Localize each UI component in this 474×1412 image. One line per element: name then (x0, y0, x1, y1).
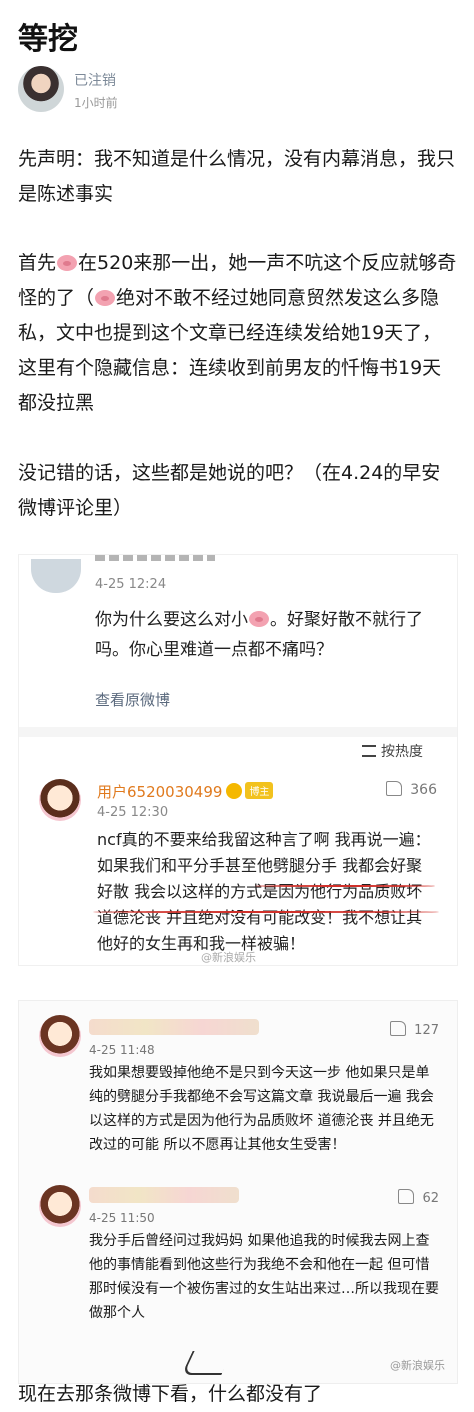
like-count: 62 (398, 1189, 439, 1206)
like-count-value: 62 (422, 1191, 439, 1206)
author-row[interactable]: 已注销 1小时前 (18, 66, 458, 112)
embedded-screenshot-weibo-thread: 4-25 12:24 你为什么要这么对小 。好聚好散不就行了吗。你心里难道一点都不… (18, 554, 458, 966)
commenter-username: 用户6520030499 (97, 783, 223, 801)
cropped-username (95, 555, 215, 561)
commenter-avatar (39, 1185, 81, 1227)
sort-label: 按热度 (381, 744, 423, 760)
author-name[interactable]: 已注销 (74, 70, 116, 90)
paragraph-conclusion: 现在去那条微博下看，什么都没有了 (18, 1383, 323, 1405)
comment-body: 我如果想要毁掉他绝不是只到今天这一步 他如果只是单纯的劈腿分手我都绝不会写这篇文… (89, 1065, 434, 1153)
paragraph-disclaimer: 先声明：我不知道是什么情况，没有内幕消息，我只是陈述事实 (18, 148, 456, 205)
pig-emoji-icon (57, 255, 78, 271)
paragraph-analysis: 首先 在520来那一出，她一声不吭这个反应就够奇怪的了（ 绝对不敢不经过她同意贸然发… (18, 246, 458, 421)
red-underline (255, 885, 435, 887)
comment-body: 我分手后曾经问过我妈妈 如果他追我的时候我去网上查他的事情能看到他这些行为我绝不… (89, 1233, 439, 1321)
sort-icon (362, 745, 376, 757)
commenter-avatar (39, 779, 81, 821)
red-underline (93, 911, 439, 913)
view-original-link: 查看原微博 (95, 691, 171, 709)
comment-date: 4-25 11:50 (89, 1211, 155, 1225)
like-count-value: 127 (414, 1023, 439, 1038)
thumbs-up-icon (386, 781, 403, 796)
comment-body: ncf真的不要来给我留这种言了啊 我再说一遍：如果我们和平分手甚至他劈腿分手 我… (97, 830, 431, 953)
blurred-username (89, 1187, 239, 1203)
like-count: 366 (386, 781, 437, 798)
vip-icon (226, 783, 243, 799)
post-title: 等挖 (18, 22, 78, 57)
watermark: @新浪娱乐 (201, 951, 256, 964)
watermark: @新浪娱乐 (390, 1359, 445, 1372)
avatar (31, 559, 81, 593)
thumbs-up-icon (398, 1189, 415, 1204)
post-time: 1小时前 (74, 96, 118, 110)
commenter-name: 用户6520030499 博主 (97, 781, 274, 802)
blurred-username (89, 1019, 259, 1035)
embedded-screenshot-comments: 127 4-25 11:48 我如果想要毁掉他绝不是只到今天这一步 他如果只是单… (18, 1000, 458, 1384)
reply-text-part1: 你为什么要这么对小 (95, 610, 248, 630)
reply-text: 你为什么要这么对小 。好聚好散不就行了吗。你心里难道一点都不痛吗？ (95, 605, 435, 665)
like-count: 127 (390, 1021, 439, 1038)
like-count-value: 366 (410, 782, 437, 798)
pen-scribble (181, 1351, 233, 1375)
paragraph-question: 没记错的话，这些都是她说的吧？（在4.24的早安微博评论里） (18, 462, 441, 519)
author-badge: 博主 (245, 782, 274, 799)
avatar[interactable] (18, 66, 64, 112)
commenter-avatar (39, 1015, 81, 1057)
post-date: 4-25 12:24 (95, 577, 167, 592)
pig-emoji-icon (249, 611, 269, 627)
paragraph-prefix: 首先 (18, 252, 57, 274)
sort-by-hot: 按热度 (362, 741, 423, 761)
comment-date: 4-25 11:48 (89, 1043, 155, 1057)
comment-date: 4-25 12:30 (97, 805, 169, 820)
thumbs-up-icon (390, 1021, 407, 1036)
pig-emoji-icon (95, 290, 116, 306)
divider (19, 727, 457, 737)
